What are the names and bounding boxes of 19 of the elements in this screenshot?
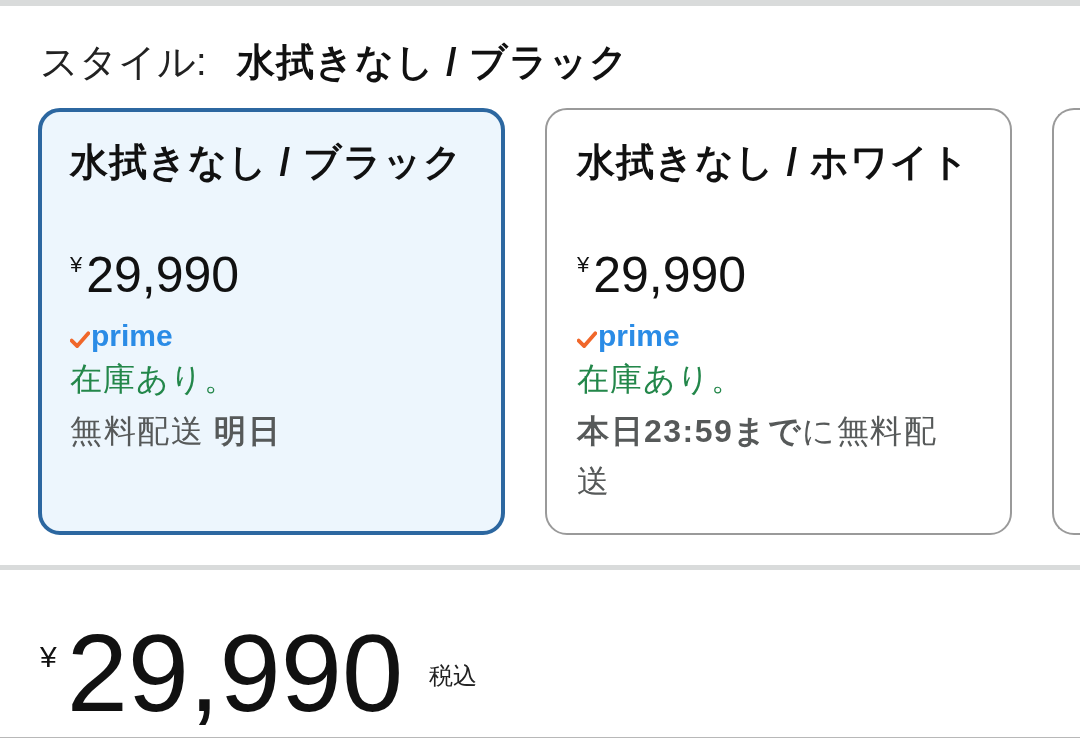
style-option-card[interactable]: 水拭きなし / ブラック ¥29,990 prime 在庫あり。 無料配送 明日 [38,108,505,535]
delivery-info: 無料配送 明日 [70,412,282,451]
delivery-info: 本日23:59までに無料配送 [577,412,939,501]
prime-label: prime [598,321,680,351]
stock-status: 在庫あり。 [577,360,744,399]
prime-label: prime [91,321,173,351]
style-option-card[interactable]: 水拭きなし / ホワイト ¥29,990 prime 在庫あり。 本日23:59までに無料配送 [545,108,1012,535]
option-price: ¥29,990 [70,247,240,304]
check-icon [70,331,90,349]
stock-status: 在庫あり。 [70,360,237,399]
style-label: スタイル: [40,40,207,84]
style-option-card[interactable] [1052,108,1080,535]
option-title: 水拭きなし / ブラック [70,140,463,184]
selected-style-value: 水拭きなし / ブラック [236,40,630,84]
check-icon [577,331,597,349]
total-price: ¥29,990 [40,618,404,728]
tax-note: 税込 [429,661,478,691]
option-title: 水拭きなし / ホワイト [577,140,970,184]
option-price: ¥29,990 [577,247,747,304]
